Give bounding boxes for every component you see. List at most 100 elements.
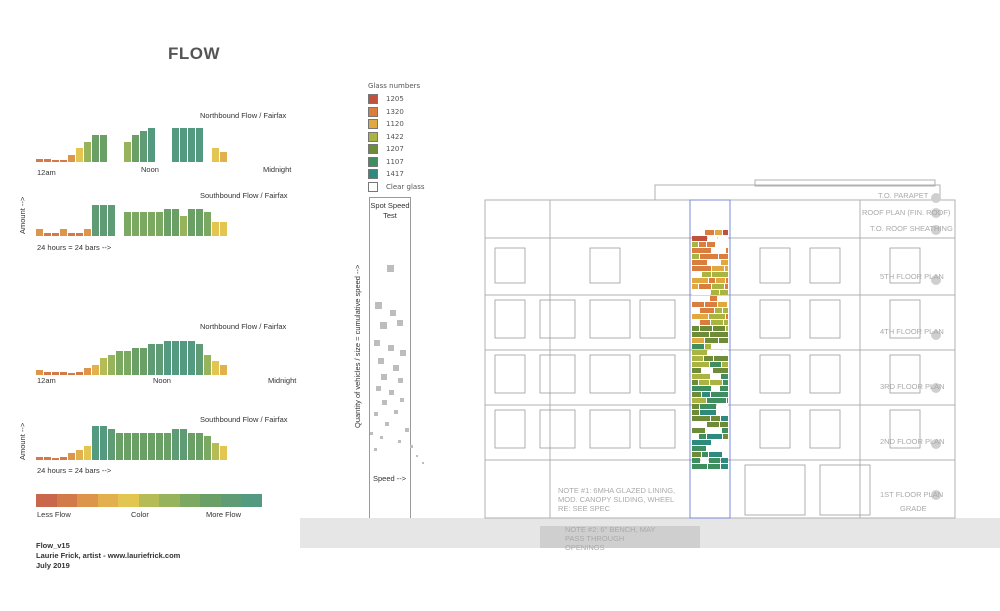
glass-tile	[715, 230, 722, 235]
glass-tile	[713, 326, 725, 331]
glass-tile	[709, 458, 720, 463]
glass-tile	[699, 284, 711, 289]
glass-tile	[720, 290, 728, 295]
glass-tile	[720, 386, 728, 391]
amount-axis-label: Amount -->	[18, 422, 27, 460]
glass-tile	[710, 296, 717, 301]
glass-tile	[700, 254, 718, 259]
glass-tile	[711, 320, 723, 325]
glass-legend-item: 1207	[368, 143, 425, 156]
glass-tile	[700, 326, 712, 331]
chart-bar	[156, 212, 163, 236]
chart-bar	[196, 208, 203, 236]
level-label: T.O. PARAPET	[878, 191, 929, 200]
glass-tile	[708, 260, 720, 265]
hours-axis-label: 24 hours = 24 bars -->	[37, 243, 112, 252]
chart-bar	[100, 134, 107, 162]
glass-legend-item: 1422	[368, 131, 425, 144]
color-swatch	[200, 494, 221, 507]
glass-label: 1120	[386, 120, 404, 129]
level-label: GRADE	[900, 504, 927, 513]
glass-tile	[726, 314, 728, 319]
glass-tile	[705, 230, 714, 235]
glass-tile	[692, 428, 705, 433]
tick-start: 12am	[37, 168, 56, 177]
glass-tile	[724, 320, 728, 325]
glass-swatch	[368, 119, 378, 130]
level-label: 2ND FLOOR PLAN	[880, 437, 945, 446]
chart-bar	[164, 432, 171, 460]
chart-bar	[148, 432, 155, 460]
chart-bar	[140, 212, 147, 236]
glass-tile	[712, 248, 725, 253]
level-label: 3RD FLOOR PLAN	[880, 382, 945, 391]
chart-bar	[132, 134, 139, 162]
chart-bar	[188, 341, 195, 375]
glass-tile	[723, 230, 728, 235]
chart-bar	[164, 208, 171, 236]
glass-tile	[710, 332, 728, 337]
hours-axis-label: 24 hours = 24 bars -->	[37, 466, 112, 475]
glass-tile	[709, 314, 725, 319]
glass-tile	[712, 284, 724, 289]
chart-bar	[220, 151, 227, 162]
chart-bar	[84, 229, 91, 236]
page-title: FLOW	[168, 44, 221, 63]
glass-swatch	[368, 94, 378, 105]
chart-bar	[124, 141, 131, 162]
chart-bar	[52, 458, 59, 460]
glass-tile	[692, 386, 711, 391]
glass-tile	[704, 356, 713, 361]
chart-bar	[116, 351, 123, 375]
glass-tile	[692, 410, 699, 415]
chart-bar	[108, 429, 115, 460]
glass-tile	[692, 422, 706, 427]
glass-tile	[715, 308, 722, 313]
chart-bar	[140, 432, 147, 460]
chart-bar	[212, 222, 219, 236]
glass-tile	[692, 332, 709, 337]
glass-tile	[710, 380, 722, 385]
glass-tile	[707, 422, 719, 427]
glass-tile	[717, 410, 728, 415]
color-scale	[36, 494, 262, 507]
chart-bar	[124, 432, 131, 460]
chart-bar	[60, 456, 67, 460]
chart-bar	[76, 232, 83, 236]
glass-tile	[718, 302, 727, 307]
glass-tile	[692, 242, 698, 247]
chart-bar	[148, 128, 155, 162]
chart-bar	[52, 232, 59, 236]
glass-tile	[706, 428, 721, 433]
tick-end: Midnight	[263, 165, 292, 174]
glass-tile	[726, 326, 728, 331]
chart-bar	[124, 212, 131, 236]
chart-bar	[44, 371, 51, 375]
color-swatch	[241, 494, 262, 507]
glass-tile	[723, 380, 728, 385]
glass-tile	[705, 338, 718, 343]
glass-tile	[692, 308, 699, 313]
glass-tile	[692, 392, 701, 397]
glass-tile	[692, 302, 704, 307]
chart-bar	[132, 212, 139, 236]
chart-label: Northbound Flow / Fairfax	[200, 111, 287, 120]
chart-bar	[92, 364, 99, 375]
glass-tile	[692, 350, 707, 355]
chart-bar	[68, 232, 75, 236]
glass-tile	[717, 404, 728, 409]
glass-tile	[692, 416, 710, 421]
chart-bar	[204, 436, 211, 460]
chart-bar	[44, 232, 51, 236]
chart-bar	[60, 229, 67, 236]
color-swatch	[118, 494, 139, 507]
chart-bar	[100, 205, 107, 236]
chart-bar	[188, 128, 195, 162]
chart-bar	[172, 429, 179, 460]
glass-tile	[692, 284, 698, 289]
glass-legend-item: 1120	[368, 118, 425, 131]
glass-tile	[707, 242, 715, 247]
chart-bar	[212, 361, 219, 375]
chart-bar	[76, 371, 83, 375]
glass-tile	[707, 434, 722, 439]
